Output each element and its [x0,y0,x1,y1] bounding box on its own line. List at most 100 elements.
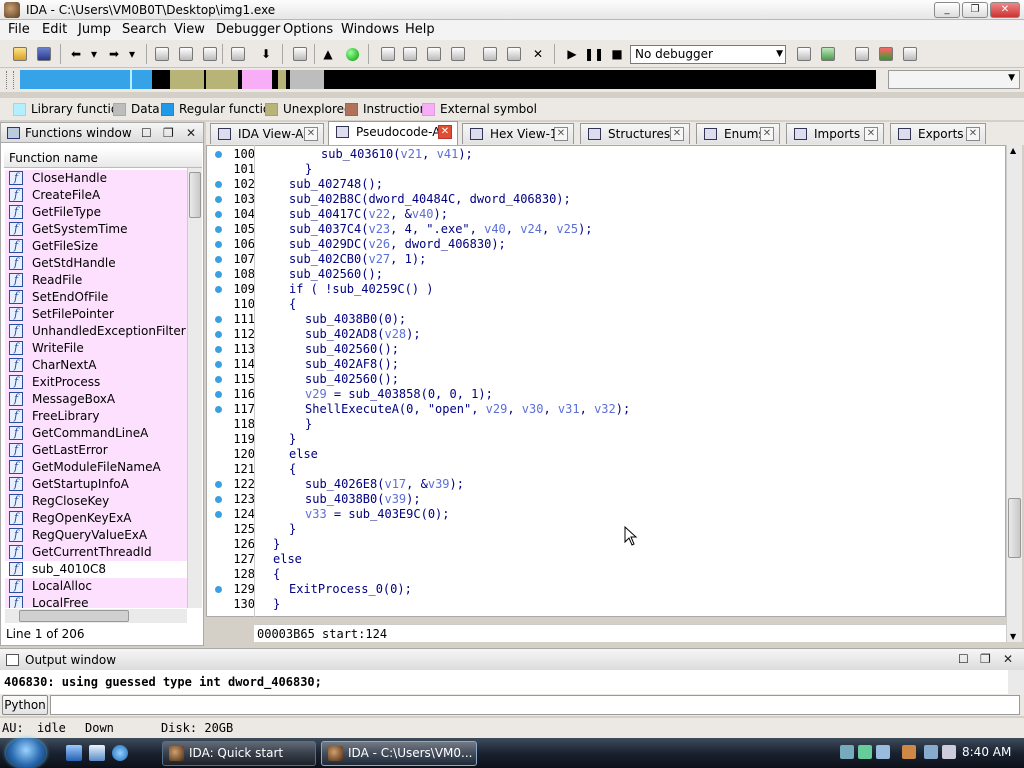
function-list-item[interactable]: f GetCurrentThreadId [5,544,187,561]
code-line[interactable]: 120 else [207,447,1005,462]
code-line[interactable]: 129 ExitProcess_0(0); [207,582,1005,597]
close-tab-icon[interactable]: ✕ [670,127,684,141]
code-line[interactable]: 103 sub_402B8C(dword_40484C, dword_406830… [207,192,1005,207]
close-button[interactable]: ✕ [990,2,1020,18]
restore-window-icon[interactable]: ❐ [163,126,174,140]
code-line[interactable]: 106 sub_4029DC(v26, dword_406830); [207,237,1005,252]
function-name-column-header[interactable]: Function name [4,148,202,168]
chevron-down-icon[interactable]: ▾ [122,44,142,64]
add-icon[interactable] [424,44,444,64]
function-list-item[interactable]: f GetCommandLineA [5,425,187,442]
function-list-item[interactable]: f CharNextA [5,357,187,374]
nav-band-segment[interactable] [20,70,130,89]
taskbar-ida-main[interactable]: IDA - C:\Users\VM0... [321,741,477,766]
edit-function-icon[interactable] [400,44,420,64]
close-tab-icon[interactable]: ✕ [966,127,980,141]
tab-imports[interactable]: Imports ✕ [786,123,884,144]
pause-icon[interactable]: ❚❚ [584,44,604,64]
menu-options[interactable]: Options [283,22,333,37]
close-tab-icon[interactable]: ✕ [760,127,774,141]
show-desktop-icon[interactable] [66,745,82,761]
nav-band-segment[interactable] [152,70,170,89]
navigation-band-select[interactable]: ▼ [888,70,1020,89]
menu-file[interactable]: File [8,22,30,37]
tray-icon[interactable] [902,745,916,759]
volume-icon[interactable] [942,745,956,759]
code-line[interactable]: 115 sub_402560(); [207,372,1005,387]
taskbar-ida-quick-start[interactable]: IDA: Quick start [162,741,316,766]
add-green-icon[interactable] [876,44,896,64]
code-line[interactable]: 109 if ( !sub_40259C() ) [207,282,1005,297]
function-list-item[interactable]: f GetFileSize [5,238,187,255]
nav-band-segment[interactable] [324,70,876,89]
function-list-item[interactable]: f SetFilePointer [5,306,187,323]
code-line[interactable]: 101} [207,162,1005,177]
menu-edit[interactable]: Edit [42,22,67,37]
nav-band-segment[interactable] [278,70,286,89]
code-line[interactable]: 100 sub_403610(v21, v41); [207,147,1005,162]
code-line[interactable]: 121 { [207,462,1005,477]
nav-band-segment[interactable] [170,70,204,89]
code-line[interactable]: 104 sub_40417C(v22, &v40); [207,207,1005,222]
code-line[interactable]: 112 sub_402AD8(v28); [207,327,1005,342]
function-list-item[interactable]: f GetSystemTime [5,221,187,238]
function-list-item[interactable]: f SetEndOfFile [5,289,187,306]
internet-explorer-icon[interactable] [112,745,128,761]
menu-windows[interactable]: Windows [341,22,399,37]
tab-enums[interactable]: Enums ✕ [696,123,780,144]
function-list-item[interactable]: f GetModuleFileNameA [5,459,187,476]
python-button[interactable]: Python [2,695,48,715]
code-line[interactable]: 113 sub_402560(); [207,342,1005,357]
code-line[interactable]: 128 { [207,567,1005,582]
menu-view[interactable]: View [174,22,205,37]
function-list[interactable]: f CloseHandle f CreateFileA f GetFileType f Get… [5,170,187,608]
tab-exports[interactable]: Exports ✕ [890,123,986,144]
nav-band-segment[interactable] [132,70,152,89]
function-list-item[interactable]: f CloseHandle [5,170,187,187]
function-list-item[interactable]: f LocalFree [5,595,187,608]
nav-band-segment[interactable] [290,70,324,89]
green-circle-icon[interactable] [342,44,362,64]
function-list-item[interactable]: f MessageBoxA [5,391,187,408]
list-icon[interactable] [852,44,872,64]
minimize-button[interactable]: _ [934,2,960,18]
code-line[interactable]: 102 sub_402748(); [207,177,1005,192]
down-arrow-icon[interactable]: ⬇ [256,44,276,64]
breakpoint-icon[interactable] [794,44,814,64]
function-list-item[interactable]: f RegCloseKey [5,493,187,510]
function-list-item[interactable]: f RegOpenKeyExA [5,510,187,527]
save-icon[interactable] [34,44,54,64]
tools-icon[interactable] [900,44,920,64]
tray-icon[interactable] [858,745,872,759]
code-line[interactable]: 114 sub_402AF8(); [207,357,1005,372]
function-list-scrollbar[interactable] [187,168,202,608]
code-line[interactable]: 116 v29 = sub_403858(0, 0, 1); [207,387,1005,402]
start-button[interactable] [6,738,46,768]
code-line[interactable]: 110 { [207,297,1005,312]
play-icon[interactable]: ▶ [562,44,582,64]
code-line[interactable]: 122 sub_4026E8(v17, &v39); [207,477,1005,492]
function-list-item[interactable]: f GetStdHandle [5,255,187,272]
code-line[interactable]: 118} [207,417,1005,432]
pseudocode-scrollbar[interactable]: ▲ ▼ [1006,145,1022,642]
tray-icon[interactable] [876,745,890,759]
function-list-item[interactable]: f GetFileType [5,204,187,221]
tray-icon[interactable] [840,745,854,759]
close-tab-icon[interactable]: ✕ [864,127,878,141]
scrollbar-thumb[interactable] [1008,498,1021,558]
navigation-band[interactable] [20,70,876,89]
code-line[interactable]: 126} [207,537,1005,552]
function-list-item[interactable]: f CreateFileA [5,187,187,204]
function-list-item[interactable]: f GetStartupInfoA [5,476,187,493]
nav-band-segment[interactable] [206,70,238,89]
maximize-button[interactable]: ❐ [962,2,988,18]
function-list-item[interactable]: f sub_4010C8 [5,561,187,578]
function-list-item[interactable]: f ExitProcess [5,374,187,391]
switch-windows-icon[interactable] [89,745,105,761]
menu-help[interactable]: Help [405,22,435,37]
debugger-select[interactable]: No debugger ▼ [630,45,786,64]
search-binoculars-icon[interactable] [152,44,172,64]
code-line[interactable]: 125} [207,522,1005,537]
code-line[interactable]: 111 sub_4038B0(0); [207,312,1005,327]
function-list-item[interactable]: f WriteFile [5,340,187,357]
